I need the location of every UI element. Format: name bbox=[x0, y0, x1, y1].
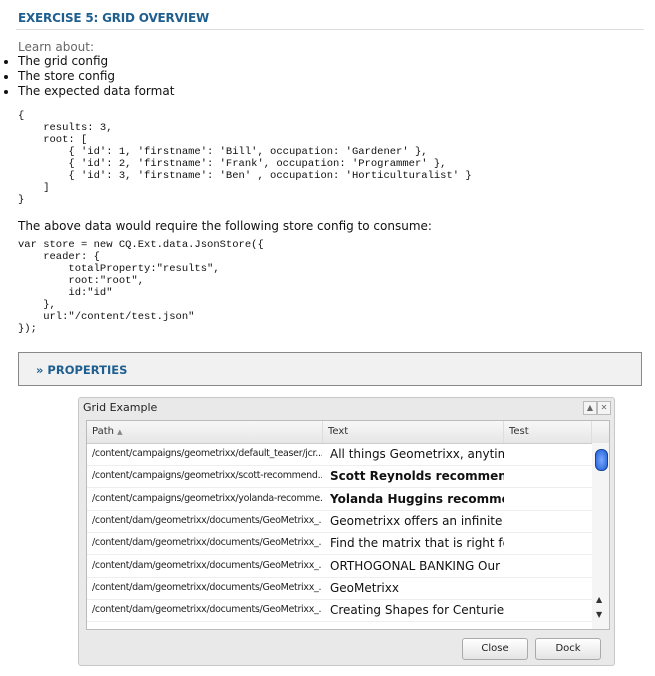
path-cell: /content/campaigns/geometrixx/scott-reco… bbox=[92, 470, 322, 482]
text-cell: All things Geometrixx, anytime bbox=[330, 447, 504, 461]
learn-about-label: Learn about: bbox=[18, 40, 95, 54]
text-cell: Scott Reynolds recommends: bbox=[330, 469, 504, 484]
text-cell: ORTHOGONAL BANKING Our o bbox=[330, 558, 504, 573]
topic-list: The grid config The store config The exp… bbox=[0, 54, 174, 99]
path-cell: /content/dam/geometrixx/documents/GeoMet… bbox=[92, 514, 322, 526]
scroll-down-icon[interactable]: ▼ bbox=[596, 610, 602, 619]
table-row[interactable]: /content/dam/geometrixx/documents/GeoMet… bbox=[87, 510, 592, 533]
path-cell: /content/campaigns/geometrixx/yolanda-re… bbox=[92, 492, 322, 504]
close-button[interactable]: Close bbox=[462, 638, 528, 660]
path-cell: /content/campaigns/geometrixx/default_te… bbox=[92, 448, 322, 459]
table-row[interactable]: /content/campaigns/geometrixx/default_te… bbox=[87, 443, 592, 466]
table-row[interactable]: /content/campaigns/geometrixx/scott-reco… bbox=[87, 465, 592, 489]
table-row[interactable]: /content/dam/geometrixx/documents/GeoMet… bbox=[87, 599, 592, 623]
scrollbar-thumb[interactable] bbox=[595, 449, 608, 471]
page-title: EXERCISE 5: GRID OVERVIEW bbox=[18, 11, 209, 25]
scrollbar[interactable]: ▲ ▼ bbox=[592, 443, 609, 629]
text-cell: GeoMetrixx bbox=[330, 580, 399, 595]
grid: Path ▲ Text Test /content/campaigns/geom… bbox=[86, 420, 610, 630]
data-format-code: { results: 3, root: [ { 'id': 1, 'firstn… bbox=[18, 110, 472, 206]
path-cell: /content/dam/geometrixx/documents/GeoMet… bbox=[92, 604, 322, 616]
path-cell: /content/dam/geometrixx/documents/GeoMet… bbox=[92, 581, 322, 593]
table-row[interactable]: /content/campaigns/geometrixx/yolanda-re… bbox=[87, 488, 592, 511]
store-config-code: var store = new CQ.Ext.data.JsonStore({ … bbox=[18, 239, 264, 335]
collapse-icon[interactable]: ▲ bbox=[583, 401, 597, 415]
grid-header: Path ▲ Text Test bbox=[87, 421, 609, 444]
close-icon[interactable]: ✕ bbox=[597, 401, 611, 415]
column-header-path[interactable]: Path ▲ bbox=[87, 421, 323, 443]
path-cell: /content/dam/geometrixx/documents/GeoMet… bbox=[92, 559, 322, 571]
table-row[interactable]: /content/dam/geometrixx/documents/GeoMet… bbox=[87, 555, 592, 578]
grid-example-window: Grid Example ▲ ✕ Path ▲ Text Test /conte… bbox=[78, 397, 615, 666]
text-cell: Creating Shapes for Centuries bbox=[330, 603, 504, 618]
path-cell: /content/dam/geometrixx/documents/GeoMet… bbox=[92, 537, 322, 549]
properties-toggle[interactable]: » PROPERTIES bbox=[36, 363, 127, 377]
store-config-paragraph: The above data would require the followi… bbox=[18, 219, 432, 233]
text-cell: Geometrixx offers an infinite v bbox=[330, 513, 504, 528]
properties-panel[interactable]: » PROPERTIES bbox=[18, 352, 642, 386]
table-row[interactable]: /content/dam/geometrixx/documents/GeoMet… bbox=[87, 577, 592, 600]
text-cell: Yolanda Huggins recommends bbox=[330, 491, 504, 506]
scroll-up-icon[interactable]: ▲ bbox=[596, 595, 602, 604]
window-title: Grid Example bbox=[83, 401, 158, 414]
sort-asc-icon: ▲ bbox=[117, 428, 123, 436]
list-item: The grid config bbox=[3, 54, 174, 69]
table-row[interactable]: /content/dam/geometrixx/documents/GeoMet… bbox=[87, 532, 592, 556]
list-item: The expected data format bbox=[3, 84, 175, 98]
list-item: The store config bbox=[3, 69, 174, 84]
divider bbox=[16, 29, 644, 30]
column-header-text[interactable]: Text bbox=[323, 421, 504, 443]
text-cell: Find the matrix that is right for bbox=[330, 536, 504, 551]
dock-button[interactable]: Dock bbox=[535, 638, 601, 660]
column-header-test[interactable]: Test bbox=[504, 421, 592, 443]
